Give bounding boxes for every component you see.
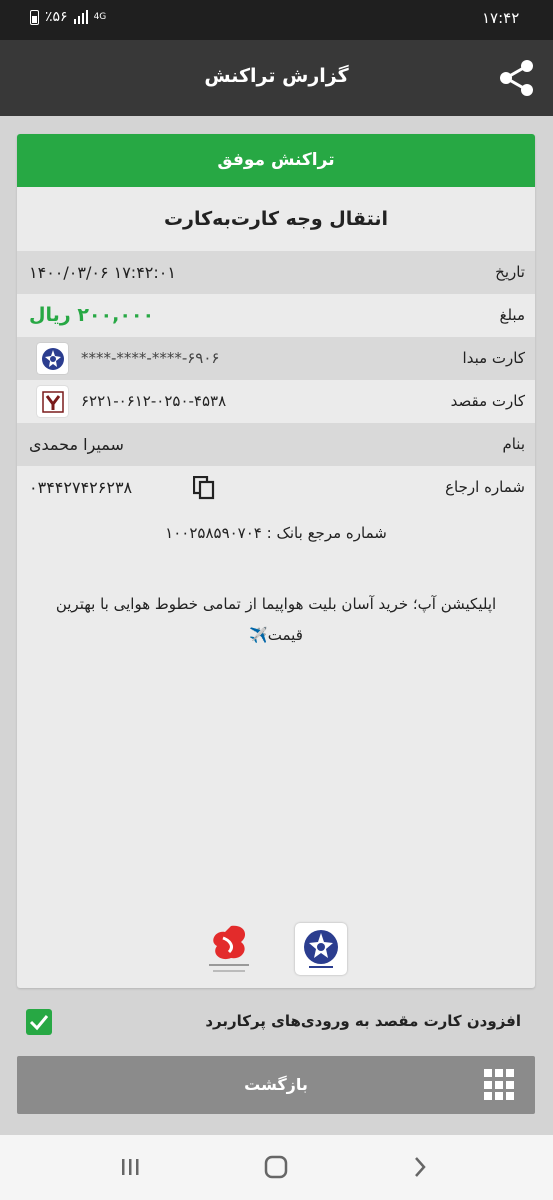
asan-pardakht-logo bbox=[209, 925, 249, 972]
status-left: ٪۵۶ 4G bbox=[30, 9, 106, 25]
dest-card-number: ۶۲۲۱-۰۶۱۲-۰۲۵۰-۴۵۳۸ bbox=[81, 392, 227, 410]
date-label: تاریخ bbox=[495, 263, 525, 281]
battery-icon bbox=[30, 9, 39, 25]
amount-row: مبلغ ۲۰۰,۰۰۰ ریال bbox=[17, 294, 535, 337]
amount-label: مبلغ bbox=[499, 306, 525, 324]
name-value: سمیرا محمدی bbox=[29, 435, 124, 454]
bank-reference: شماره مرجع بانک : ۱۰۰۲۵۸۵۹۰۷۰۴ bbox=[165, 524, 387, 542]
copy-icon[interactable] bbox=[193, 476, 215, 500]
add-favorite-checkbox[interactable] bbox=[26, 1009, 52, 1035]
add-favorite-label: افزودن کارت مقصد به ورودی‌های پرکاربرد bbox=[205, 1012, 521, 1030]
dest-bank-logo bbox=[37, 386, 68, 417]
status-header: تراکنش موفق bbox=[17, 134, 535, 187]
reference-value: ۰۳۴۴۲۷۴۲۶۲۳۸ bbox=[29, 478, 133, 497]
reference-label: شماره ارجاع bbox=[445, 478, 525, 496]
reference-row: شماره ارجاع ۰۳۴۴۲۷۴۲۶۲۳۸ bbox=[17, 466, 535, 509]
name-label: بنام bbox=[502, 435, 525, 453]
date-row: تاریخ ۱۴۰۰/۰۳/۰۶ ۱۷:۴۲:۰۱ bbox=[17, 251, 535, 294]
back-button-label: بازگشت bbox=[244, 1075, 308, 1094]
transaction-title: انتقال وجه کارت‌به‌کارت bbox=[163, 208, 389, 230]
page-title: گزارش تراکنش bbox=[204, 65, 349, 87]
add-favorite-row[interactable]: افزودن کارت مقصد به ورودی‌های پرکاربرد bbox=[0, 1000, 553, 1044]
battery-percent: ٪۵۶ bbox=[45, 9, 68, 25]
date-value: ۱۴۰۰/۰۳/۰۶ ۱۷:۴۲:۰۱ bbox=[29, 263, 176, 282]
receipt-card: تراکنش موفق انتقال وجه کارت‌به‌کارت تاری… bbox=[17, 134, 535, 988]
dest-card-row: کارت مقصد ۶۲۲۱-۰۶۱۲-۰۲۵۰-۴۵۳۸ bbox=[17, 380, 535, 423]
back-button[interactable]: بازگشت bbox=[17, 1056, 535, 1114]
name-row: بنام سمیرا محمدی bbox=[17, 423, 535, 466]
share-icon[interactable] bbox=[495, 56, 539, 100]
back-nav-icon[interactable] bbox=[400, 1149, 440, 1185]
system-nav-bar bbox=[0, 1135, 553, 1200]
source-bank-logo bbox=[37, 343, 68, 374]
source-card-row: کارت مبدا ****-****-****-۶۹۰۶ bbox=[17, 337, 535, 380]
bank-logo bbox=[295, 923, 347, 975]
network-type: 4G bbox=[93, 11, 107, 22]
source-card-number: ****-****-****-۶۹۰۶ bbox=[81, 349, 220, 367]
status-bar: ٪۵۶ 4G ۱۷:۴۲ bbox=[0, 0, 553, 40]
recent-apps-icon[interactable] bbox=[110, 1149, 150, 1185]
amount-value: ۲۰۰,۰۰۰ ریال bbox=[29, 304, 155, 326]
dest-card-label: کارت مقصد bbox=[450, 392, 525, 410]
grid-icon[interactable] bbox=[484, 1069, 516, 1101]
source-card-label: کارت مبدا bbox=[462, 349, 525, 367]
app-bar: گزارش تراکنش bbox=[0, 40, 553, 116]
check-icon bbox=[29, 1015, 49, 1031]
promo-text: اپلیکیشن آپ؛ خرید آسان بلیت هواپیما از ت… bbox=[55, 595, 497, 644]
clock: ۱۷:۴۲ bbox=[482, 9, 520, 27]
home-icon[interactable] bbox=[256, 1149, 296, 1185]
signal-icon bbox=[73, 10, 88, 24]
